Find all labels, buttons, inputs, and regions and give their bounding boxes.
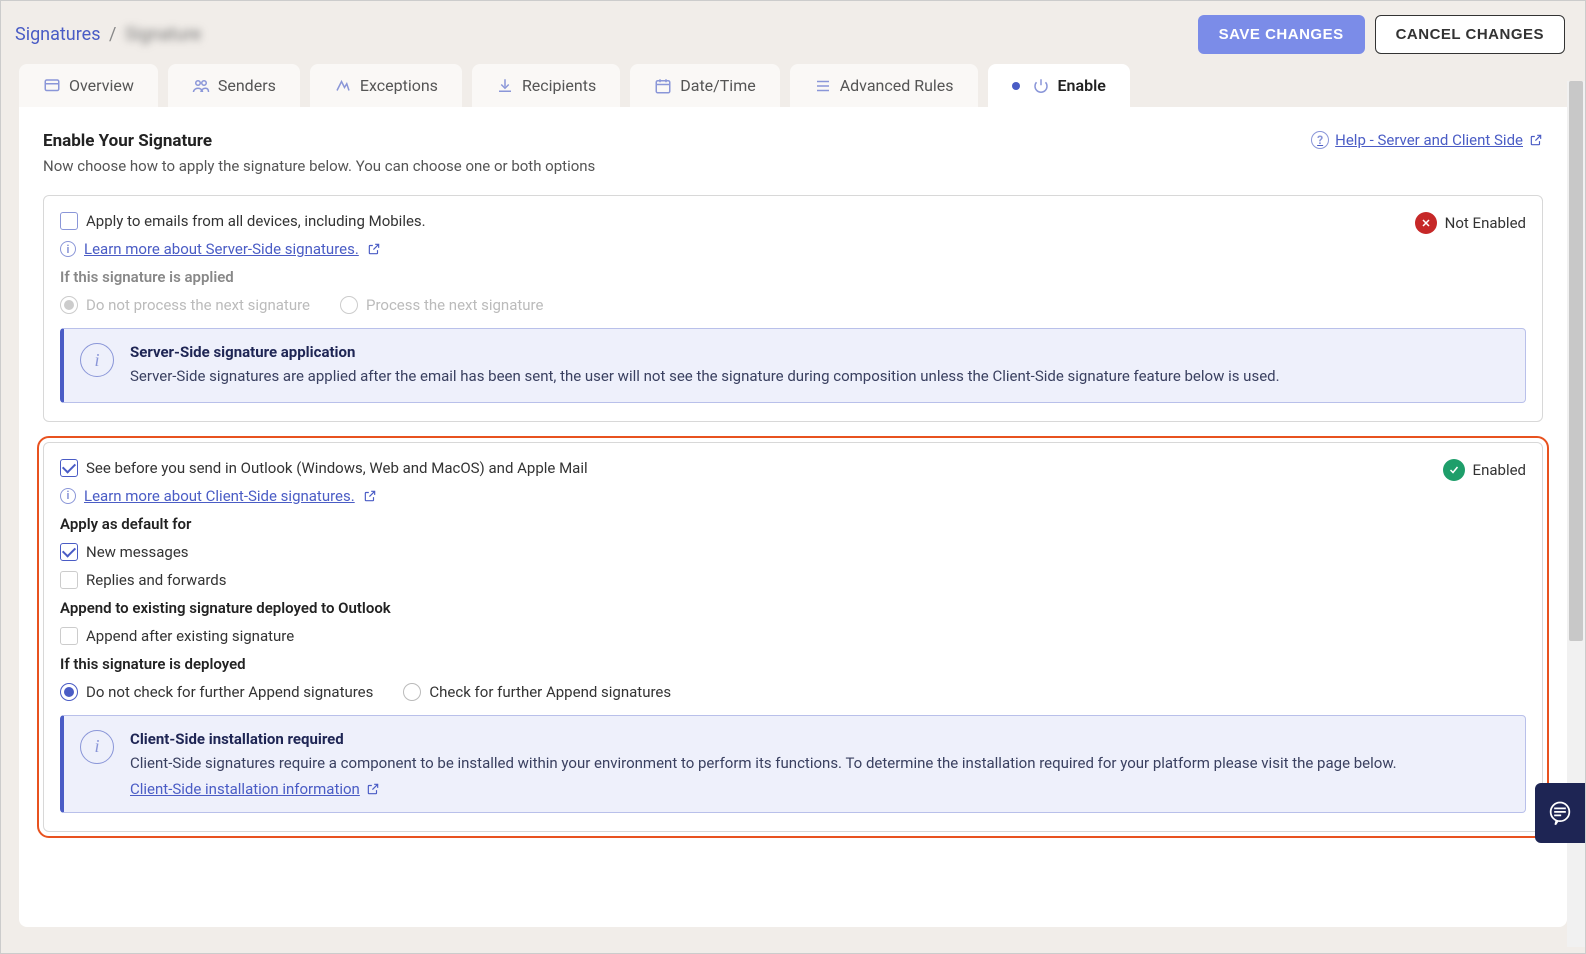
page-title: Enable Your Signature bbox=[43, 131, 595, 151]
breadcrumb-current: Signature bbox=[125, 24, 201, 45]
client-callout-link-label: Client-Side installation information bbox=[130, 780, 360, 798]
server-apply-checkbox[interactable] bbox=[60, 212, 78, 230]
breadcrumb-root[interactable]: Signatures bbox=[15, 24, 100, 45]
save-button[interactable]: SAVE CHANGES bbox=[1198, 15, 1365, 54]
client-append-after-label: Append after existing signature bbox=[86, 627, 294, 645]
client-see-before-label: See before you send in Outlook (Windows,… bbox=[86, 459, 588, 477]
tab-label: Exceptions bbox=[360, 76, 438, 95]
tab-exceptions[interactable]: Exceptions bbox=[310, 64, 462, 107]
tab-enable[interactable]: Enable bbox=[988, 64, 1130, 107]
server-apply-label: Apply to emails from all devices, includ… bbox=[86, 212, 426, 230]
server-radio-dont-process bbox=[60, 296, 78, 314]
tab-advanced[interactable]: Advanced Rules bbox=[790, 64, 978, 107]
server-callout-body: Server-Side signatures are applied after… bbox=[130, 365, 1280, 388]
client-radio-dont-check[interactable] bbox=[60, 683, 78, 701]
chat-icon bbox=[1546, 799, 1574, 827]
help-link[interactable]: ? Help - Server and Client Side bbox=[1311, 131, 1543, 149]
info-icon: i bbox=[60, 488, 76, 504]
tab-label: Recipients bbox=[522, 76, 596, 95]
client-radio-dont-label: Do not check for further Append signatur… bbox=[86, 683, 373, 701]
tab-datetime[interactable]: Date/Time bbox=[630, 64, 779, 107]
client-append-after-checkbox[interactable] bbox=[60, 627, 78, 645]
external-link-icon bbox=[363, 489, 377, 503]
client-status-label: Enabled bbox=[1473, 461, 1526, 479]
tab-senders[interactable]: Senders bbox=[168, 64, 300, 107]
breadcrumb: Signatures / Signature bbox=[15, 24, 201, 45]
server-status-badge: Not Enabled bbox=[1415, 212, 1526, 234]
client-side-panel: See before you send in Outlook (Windows,… bbox=[43, 442, 1543, 833]
advanced-icon bbox=[814, 77, 832, 95]
server-radio-process bbox=[340, 296, 358, 314]
tab-label: Overview bbox=[69, 76, 134, 95]
server-radio-dont-label: Do not process the next signature bbox=[86, 296, 310, 314]
tab-label: Senders bbox=[218, 76, 276, 95]
senders-icon bbox=[192, 77, 210, 95]
server-callout-title: Server-Side signature application bbox=[130, 343, 1280, 361]
client-see-before-checkbox[interactable] bbox=[60, 459, 78, 477]
server-side-panel: Apply to emails from all devices, includ… bbox=[43, 195, 1543, 422]
server-status-label: Not Enabled bbox=[1445, 214, 1526, 232]
x-circle-icon bbox=[1415, 212, 1437, 234]
client-if-deployed-heading: If this signature is deployed bbox=[60, 655, 1443, 673]
client-replies-label: Replies and forwards bbox=[86, 571, 227, 589]
client-callout-body: Client-Side signatures require a compone… bbox=[130, 752, 1397, 775]
client-radio-check[interactable] bbox=[403, 683, 421, 701]
tab-recipients[interactable]: Recipients bbox=[472, 64, 620, 107]
server-if-applied-heading: If this signature is applied bbox=[60, 268, 1415, 286]
server-radio-process-label: Process the next signature bbox=[366, 296, 543, 314]
client-radio-check-label: Check for further Append signatures bbox=[429, 683, 671, 701]
info-icon: i bbox=[80, 730, 114, 764]
client-callout: i Client-Side installation required Clie… bbox=[60, 715, 1526, 814]
client-callout-link[interactable]: Client-Side installation information bbox=[130, 780, 380, 798]
chat-button[interactable] bbox=[1535, 783, 1585, 843]
content: Enable Your Signature Now choose how to … bbox=[19, 107, 1567, 927]
tab-label: Enable bbox=[1058, 76, 1106, 95]
info-icon: i bbox=[80, 343, 114, 377]
client-status-badge: Enabled bbox=[1443, 459, 1526, 481]
client-apply-default-heading: Apply as default for bbox=[60, 515, 1443, 533]
check-circle-icon bbox=[1443, 459, 1465, 481]
external-link-icon bbox=[1529, 133, 1543, 147]
external-link-icon bbox=[367, 242, 381, 256]
client-append-heading: Append to existing signature deployed to… bbox=[60, 599, 1443, 617]
client-new-messages-checkbox[interactable] bbox=[60, 543, 78, 561]
tab-label: Date/Time bbox=[680, 76, 755, 95]
power-icon bbox=[1032, 77, 1050, 95]
help-link-label: Help - Server and Client Side bbox=[1335, 131, 1523, 149]
breadcrumb-sep: / bbox=[109, 24, 116, 45]
help-icon: ? bbox=[1311, 131, 1329, 149]
tab-label: Advanced Rules bbox=[840, 76, 954, 95]
cancel-button[interactable]: CANCEL CHANGES bbox=[1375, 15, 1565, 54]
client-new-messages-label: New messages bbox=[86, 543, 189, 561]
active-dot-icon bbox=[1012, 82, 1020, 90]
server-learn-more-link[interactable]: Learn more about Server-Side signatures. bbox=[84, 240, 359, 258]
info-icon: i bbox=[60, 241, 76, 257]
client-learn-more-link[interactable]: Learn more about Client-Side signatures. bbox=[84, 487, 355, 505]
client-replies-checkbox[interactable] bbox=[60, 571, 78, 589]
tab-overview[interactable]: Overview bbox=[19, 64, 158, 107]
client-callout-title: Client-Side installation required bbox=[130, 730, 1397, 748]
calendar-icon bbox=[654, 77, 672, 95]
overview-icon bbox=[43, 77, 61, 95]
scrollbar-thumb[interactable] bbox=[1569, 81, 1583, 641]
recipients-icon bbox=[496, 77, 514, 95]
header: Signatures / Signature SAVE CHANGES CANC… bbox=[1, 1, 1585, 64]
page-subtitle: Now choose how to apply the signature be… bbox=[43, 157, 595, 175]
exceptions-icon bbox=[334, 77, 352, 95]
tabs: Overview Senders Exceptions Recipients D… bbox=[1, 64, 1585, 107]
external-link-icon bbox=[366, 782, 380, 796]
server-callout: i Server-Side signature application Serv… bbox=[60, 328, 1526, 403]
